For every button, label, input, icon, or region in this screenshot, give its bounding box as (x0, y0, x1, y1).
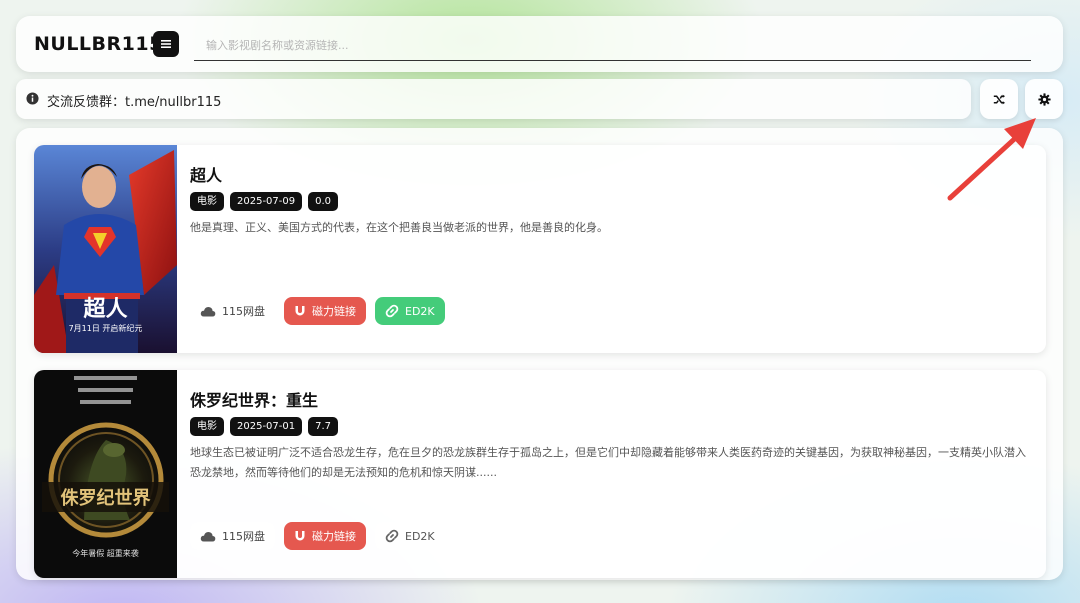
poster-title: 侏罗纪世界 (60, 488, 151, 509)
results-list: 超人 7月11日 开启新纪元 超人 电影 2025-07-09 0.0 他是真理… (16, 128, 1063, 580)
date-tag: 2025-07-09 (230, 192, 303, 211)
poster-subcaption: 超人 7月11日 开启新纪元 (68, 296, 143, 333)
settings-button[interactable] (1025, 79, 1063, 119)
link-icon (385, 304, 399, 318)
magnet-link-label: 磁力链接 (312, 530, 356, 543)
gear-icon (1037, 92, 1051, 106)
notice-text[interactable]: 交流反馈群：t.me/nullbr115 (47, 91, 221, 110)
rating-tag: 7.7 (308, 417, 339, 436)
app-logo[interactable]: NULLBR115 (34, 33, 163, 55)
action-row: 115网盘 磁力链接 ED2K (190, 522, 445, 550)
date-tag: 2025-07-01 (230, 417, 303, 436)
magnet-link-button[interactable]: 磁力链接 (284, 522, 366, 550)
tag-row: 电影 2025-07-01 7.7 (190, 417, 339, 436)
shuffle-button[interactable] (980, 79, 1018, 119)
cloud-115-label: 115网盘 (222, 530, 265, 543)
cloud-115-label: 115网盘 (222, 305, 265, 318)
magnet-link-button[interactable]: 磁力链接 (284, 297, 366, 325)
cloud-115-button[interactable]: 115网盘 (190, 297, 275, 325)
ed2k-button[interactable]: ED2K (375, 522, 445, 550)
menu-button[interactable] (153, 31, 179, 57)
type-tag: 电影 (190, 192, 224, 211)
action-row: 115网盘 磁力链接 ED2K (190, 297, 445, 325)
movie-title[interactable]: 侏罗纪世界：重生 (190, 387, 318, 411)
cloud-icon (200, 531, 216, 541)
info-icon (26, 92, 39, 105)
movie-card[interactable]: 侏罗纪世界 今年暑假 超重来袭 侏罗纪世界：重生 电影 2025-07-01 7… (34, 370, 1046, 578)
movie-description: 他是真理、正义、美国方式的代表，在这个把善良当做老派的世界，他是善良的化身。 (190, 221, 608, 234)
rating-tag: 0.0 (308, 192, 339, 211)
type-tag: 电影 (190, 417, 224, 436)
ed2k-button[interactable]: ED2K (375, 297, 445, 325)
ed2k-label: ED2K (405, 304, 435, 318)
magnet-icon (295, 306, 305, 316)
cloud-icon (200, 306, 216, 316)
movie-title[interactable]: 超人 (190, 162, 222, 186)
cloud-115-button[interactable]: 115网盘 (190, 522, 275, 550)
shuffle-icon (993, 94, 1005, 104)
magnet-icon (295, 531, 305, 541)
magnet-link-label: 磁力链接 (312, 305, 356, 318)
movie-poster[interactable]: 超人 7月11日 开启新纪元 (34, 145, 177, 353)
notice-bar: 交流反馈群：t.me/nullbr115 (16, 79, 971, 119)
link-icon (385, 529, 399, 543)
tag-row: 电影 2025-07-09 0.0 (190, 192, 339, 211)
movie-poster[interactable]: 侏罗纪世界 今年暑假 超重来袭 (34, 370, 177, 578)
movie-card[interactable]: 超人 7月11日 开启新纪元 超人 电影 2025-07-09 0.0 他是真理… (34, 145, 1046, 353)
header-bar: NULLBR115 (16, 16, 1063, 72)
hamburger-icon (161, 40, 171, 48)
poster-subcaption: 今年暑假 超重来袭 (72, 549, 139, 558)
search-input[interactable] (194, 30, 1031, 61)
movie-description: 地球生态已被证明广泛不适合恐龙生存，危在旦夕的恐龙族群生存于孤岛之上，但是它们中… (190, 446, 1026, 479)
ed2k-label: ED2K (405, 529, 435, 543)
